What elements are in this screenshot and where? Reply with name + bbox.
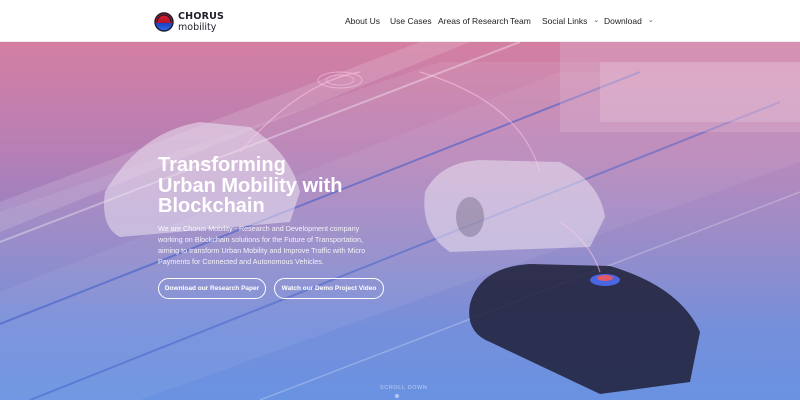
main-nav: About Us Use Cases Areas of Research Tea… [0, 0, 800, 42]
hero-description: We are Chorus Mobility - Research and De… [158, 224, 366, 266]
nav-social-links[interactable]: Social Links ⌄ [542, 16, 599, 26]
hero-background-illustration [0, 42, 800, 400]
scroll-down-hint[interactable]: SCROLL DOWN [380, 385, 427, 391]
download-research-paper-button[interactable]: Download our Research Paper [158, 278, 266, 299]
chevron-down-icon: ⌄ [593, 17, 600, 24]
nav-about-us[interactable]: About Us [345, 16, 380, 26]
nav-areas-of-research[interactable]: Areas of Research [438, 16, 508, 26]
chevron-down-icon: ⌄ [647, 17, 654, 24]
nav-label: Download [604, 16, 642, 26]
hero-section: Transforming Urban Mobility with Blockch… [0, 42, 800, 400]
nav-download[interactable]: Download ⌄ [604, 16, 654, 26]
site-header: CHORUS mobility About Us Use Cases Areas… [0, 0, 800, 42]
nav-use-cases[interactable]: Use Cases [390, 16, 432, 26]
nav-label: Team [510, 16, 531, 26]
nav-label: Use Cases [390, 16, 432, 26]
scroll-indicator-icon [395, 394, 399, 398]
nav-label: Areas of Research [438, 16, 509, 26]
hero-title: Transforming Urban Mobility with Blockch… [158, 155, 458, 217]
nav-label: About Us [345, 16, 380, 26]
hero-title-line: Blockchain [158, 195, 265, 217]
hero-title-line: Transforming [158, 154, 286, 176]
nav-team[interactable]: Team [510, 16, 531, 26]
hero-title-line: Urban Mobility with [158, 174, 343, 197]
nav-label: Social Links [542, 16, 588, 26]
watch-demo-video-button[interactable]: Watch our Demo Project Video [274, 278, 384, 299]
